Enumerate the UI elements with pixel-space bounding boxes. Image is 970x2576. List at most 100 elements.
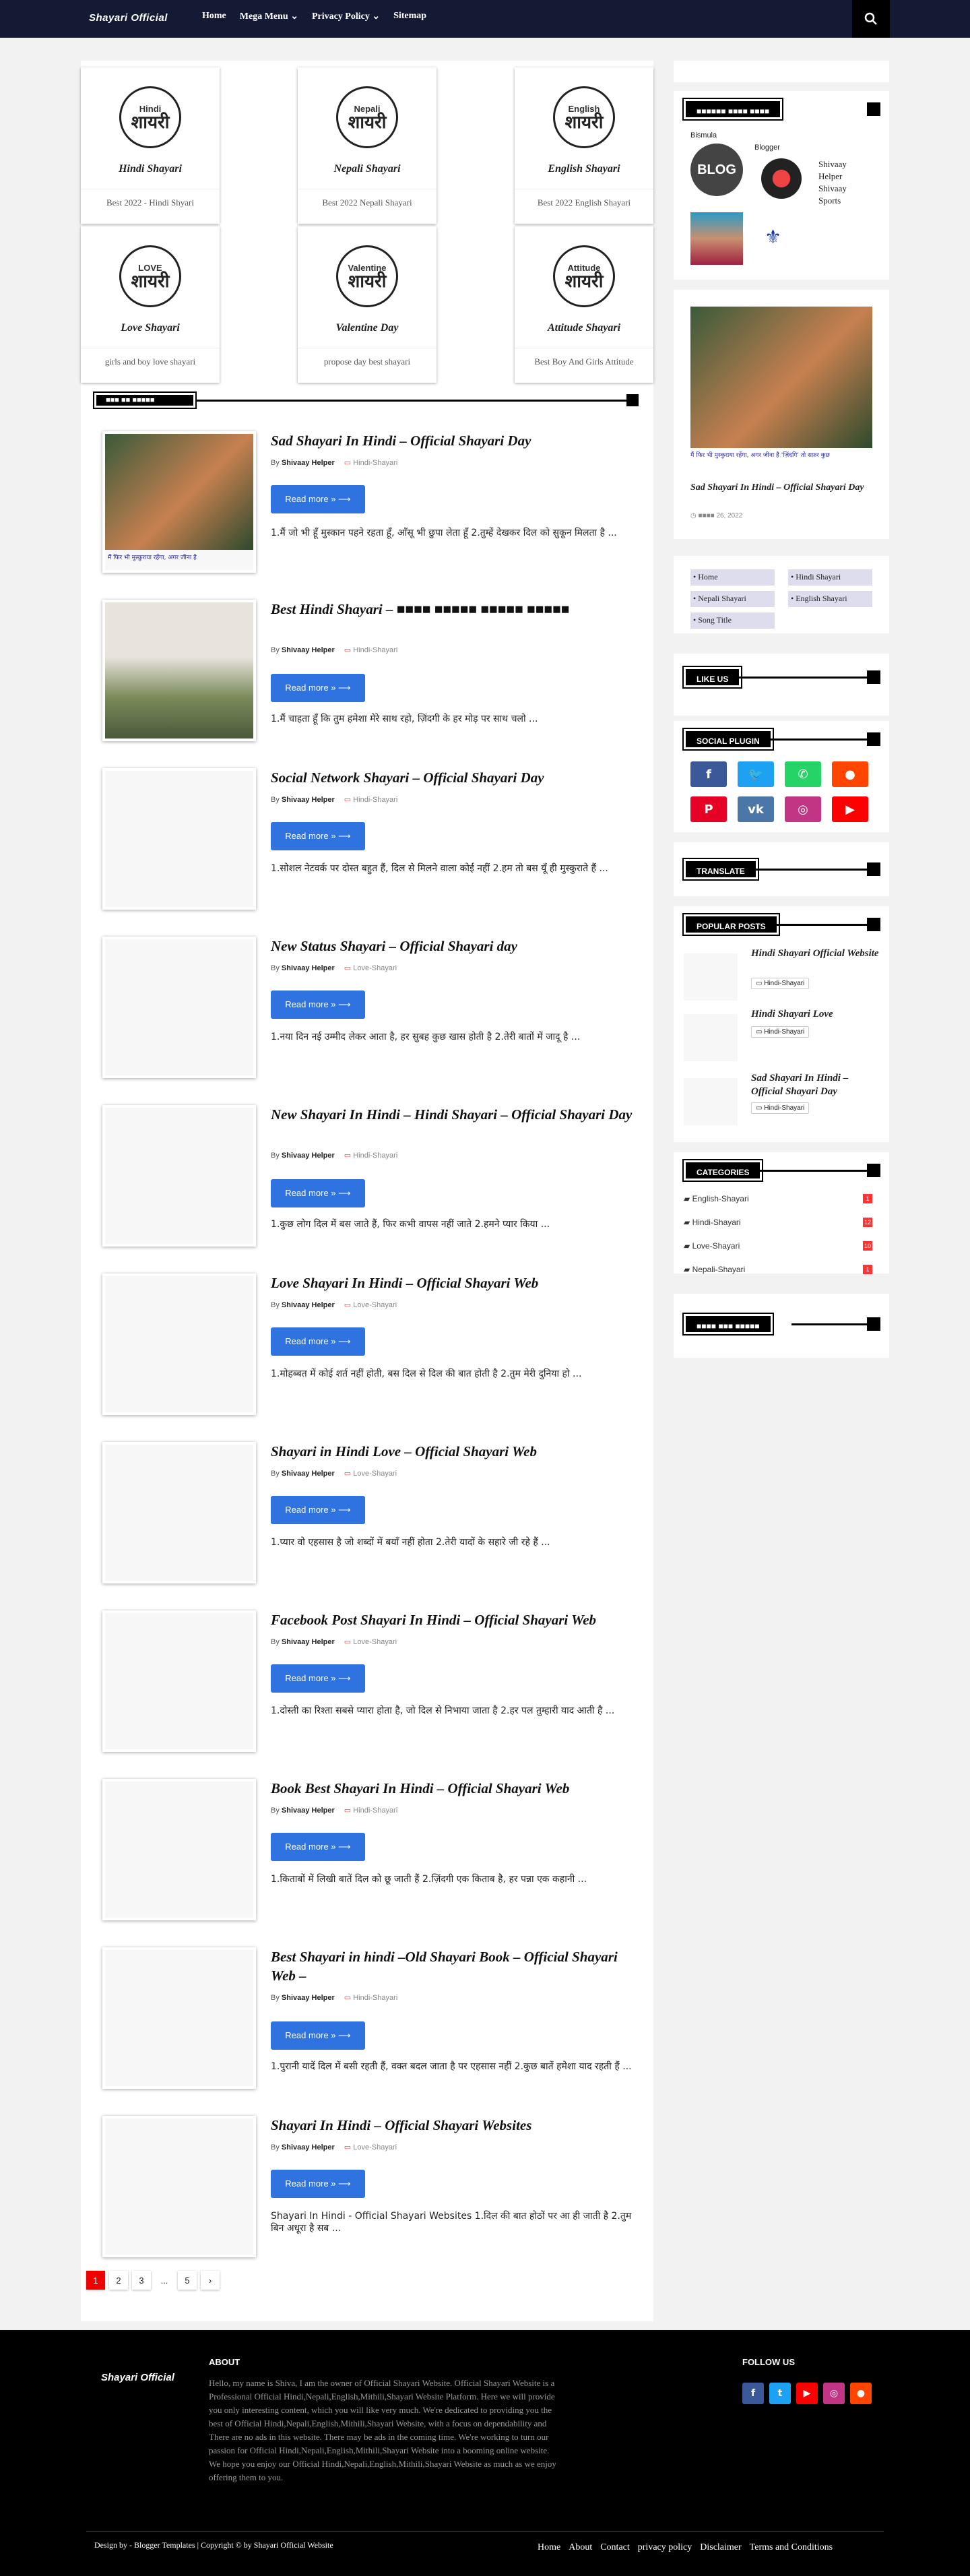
reddit-icon[interactable]: ● [832, 761, 868, 787]
post-thumbnail[interactable] [102, 1274, 256, 1415]
post-title[interactable]: Shayari In Hindi – Official Shayari Webs… [271, 2116, 641, 2135]
category-name[interactable]: Hindi-Shayari [692, 1218, 741, 1227]
search-button[interactable] [852, 0, 890, 38]
post-author[interactable]: Shivaay Helper [282, 459, 335, 467]
category-card-nepali[interactable]: Nepali शायरी Nepali Shayari Best 2022 Nep… [298, 67, 437, 224]
post-thumbnail[interactable] [102, 1947, 256, 2089]
footer-link-contact[interactable]: Contact [600, 2542, 630, 2553]
post-title[interactable]: New Status Shayari – Official Shayari da… [271, 937, 641, 955]
read-more-button[interactable]: Read more » ⟶ [271, 822, 365, 850]
page-5[interactable]: 5 [178, 2271, 197, 2290]
read-more-button[interactable]: Read more » ⟶ [271, 1664, 365, 1693]
footer-logo[interactable]: Shayari Official [101, 2372, 174, 2383]
read-more-button[interactable]: Read more » ⟶ [271, 1327, 365, 1356]
nav-mega-menu[interactable]: Mega Menu ⌄ [240, 11, 298, 22]
post-thumbnail[interactable] [102, 937, 256, 1078]
post-title[interactable]: Love Shayari In Hindi – Official Shayari… [271, 1274, 641, 1292]
follower-name[interactable]: Shivaay [818, 183, 847, 195]
category-card-valentine[interactable]: Valentine शायरी Valentine Day propose day… [298, 226, 437, 383]
category-row[interactable]: ▰ Love-Shayari 10 [684, 1241, 872, 1251]
post-author[interactable]: Shivaay Helper [282, 1301, 335, 1309]
popular-post-category[interactable]: ▭ Hindi-Shayari [751, 1026, 810, 1038]
category-card-love[interactable]: LOVE शायरी Love Shayari girls and boy lov… [81, 226, 220, 383]
twitter-icon[interactable]: t [769, 2383, 791, 2404]
post-category[interactable]: Love-Shayari [344, 964, 397, 972]
facebook-icon[interactable]: f [690, 761, 727, 787]
post-author[interactable]: Shivaay Helper [282, 1638, 335, 1646]
post-author[interactable]: Shivaay Helper [282, 1470, 335, 1478]
facebook-icon[interactable]: f [742, 2383, 764, 2404]
post-author[interactable]: Shivaay Helper [282, 2143, 335, 2151]
post-author[interactable]: Shivaay Helper [282, 1152, 335, 1160]
post-author[interactable]: Shivaay Helper [282, 1807, 335, 1815]
category-card-hindi[interactable]: Hindi शायरी Hindi Shayari Best 2022 - Hin… [81, 67, 220, 224]
read-more-button[interactable]: Read more » ⟶ [271, 2021, 365, 2050]
post-title[interactable]: Sad Shayari In Hindi – Official Shayari … [271, 431, 641, 450]
popular-post-thumbnail[interactable] [684, 1014, 738, 1061]
post-title[interactable]: Facebook Post Shayari In Hindi – Officia… [271, 1610, 641, 1629]
follower-avatar[interactable] [761, 158, 802, 199]
post-thumbnail[interactable] [102, 2116, 256, 2257]
page-1[interactable]: 1 [86, 2271, 105, 2290]
post-author[interactable]: Shivaay Helper [282, 646, 335, 654]
read-more-button[interactable]: Read more » ⟶ [271, 991, 365, 1019]
page-3[interactable]: 3 [132, 2271, 151, 2290]
category-title[interactable]: Love Shayari [81, 322, 220, 334]
follower-name[interactable]: Helper [818, 170, 847, 183]
category-name[interactable]: Love-Shayari [692, 1241, 740, 1251]
post-author[interactable]: Shivaay Helper [282, 964, 335, 972]
category-row[interactable]: ▰ English-Shayari 1 [684, 1194, 872, 1203]
popular-post-category[interactable]: ▭ Hindi-Shayari [751, 1102, 810, 1114]
whatsapp-icon[interactable]: ✆ [785, 761, 821, 787]
reddit-icon[interactable]: ● [850, 2383, 872, 2404]
footer-link-terms[interactable]: Terms and Conditions [750, 2542, 833, 2553]
category-title[interactable]: Nepali Shayari [298, 163, 437, 175]
read-more-button[interactable]: Read more » ⟶ [271, 485, 365, 513]
follower-name[interactable]: Shivaay [818, 158, 847, 170]
post-category[interactable]: Love-Shayari [344, 2143, 397, 2151]
read-more-button[interactable]: Read more » ⟶ [271, 1179, 365, 1207]
site-logo[interactable]: Shayari Official [89, 12, 168, 24]
post-title[interactable]: Best Hindi Shayari – ■■■■ ■■■■■ ■■■■■ ■■… [271, 600, 641, 619]
footer-link-privacy[interactable]: privacy policy [638, 2542, 692, 2553]
popular-post-title[interactable]: Hindi Shayari Love [751, 1007, 879, 1021]
blog-avatar[interactable]: BLOG [690, 144, 743, 196]
popular-post-thumbnail[interactable] [684, 1078, 738, 1125]
popular-post-title[interactable]: Hindi Shayari Official Website [751, 947, 879, 960]
category-name[interactable]: Nepali-Shayari [692, 1265, 746, 1274]
category-title[interactable]: English Shayari [515, 163, 653, 175]
read-more-button[interactable]: Read more » ⟶ [271, 2170, 365, 2198]
post-category[interactable]: Love-Shayari [344, 1638, 397, 1646]
category-name[interactable]: English-Shayari [692, 1194, 749, 1203]
category-title[interactable]: Attitude Shayari [515, 322, 653, 334]
category-card-attitude[interactable]: Attitude शायरी Attitude Shayari Best Boy … [515, 226, 653, 383]
post-author[interactable]: Shivaay Helper [282, 796, 335, 804]
post-category[interactable]: Hindi-Shayari [344, 1994, 397, 2002]
nav-sitemap[interactable]: Sitemap [393, 11, 426, 22]
instagram-icon[interactable]: ◎ [785, 796, 821, 822]
nav-privacy-policy[interactable]: Privacy Policy ⌄ [312, 11, 380, 22]
link-english-shayari[interactable]: • English Shayari [788, 591, 872, 607]
category-row[interactable]: ▰ Nepali-Shayari 1 [684, 1265, 872, 1274]
post-thumbnail[interactable] [102, 768, 256, 910]
follower-avatar[interactable] [690, 212, 743, 265]
link-song-title[interactable]: • Song Title [690, 612, 775, 629]
post-category[interactable]: Hindi-Shayari [344, 1807, 397, 1815]
follower-name[interactable]: Sports [818, 195, 847, 207]
popular-post-category[interactable]: ▭ Hindi-Shayari [751, 978, 810, 989]
vk-icon[interactable]: vk [738, 796, 774, 822]
post-thumbnail[interactable] [102, 1610, 256, 1752]
post-category[interactable]: Hindi-Shayari [344, 796, 397, 804]
post-category[interactable]: Hindi-Shayari [344, 646, 397, 654]
read-more-button[interactable]: Read more » ⟶ [271, 1496, 365, 1524]
twitter-icon[interactable]: 🐦 [738, 761, 774, 787]
link-hindi-shayari[interactable]: • Hindi Shayari [788, 569, 872, 586]
post-category[interactable]: Hindi-Shayari [344, 459, 397, 467]
nav-home[interactable]: Home [202, 11, 226, 22]
post-thumbnail[interactable] [102, 1442, 256, 1583]
post-category[interactable]: Hindi-Shayari [344, 1152, 397, 1160]
post-title[interactable]: Social Network Shayari – Official Shayar… [271, 768, 641, 787]
youtube-icon[interactable]: ▶ [796, 2383, 818, 2404]
footer-link-disclaimer[interactable]: Disclaimer [700, 2542, 741, 2553]
featured-image[interactable] [690, 307, 872, 448]
